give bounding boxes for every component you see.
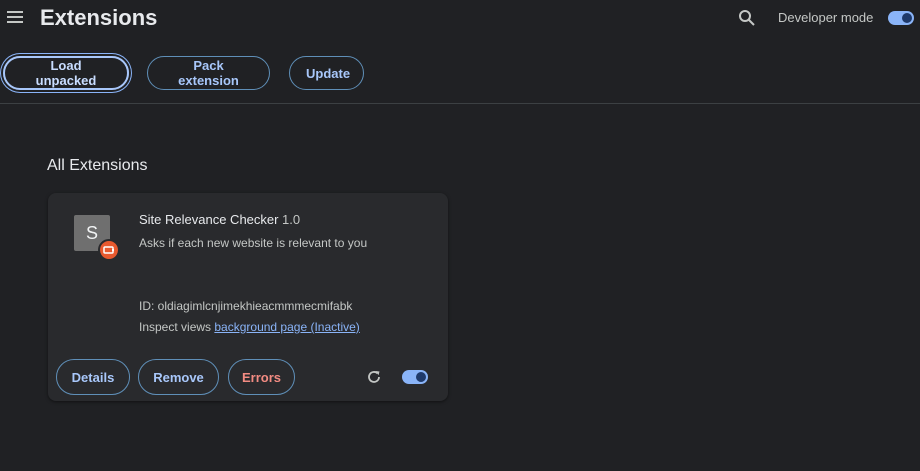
section-title: All Extensions — [47, 157, 148, 174]
toggle-knob — [902, 13, 912, 23]
extension-card: S Site Relevance Checker 1.0 Asks if eac… — [48, 193, 448, 401]
hamburger-menu-icon[interactable] — [7, 11, 23, 25]
inspect-views: Inspect views background page (Inactive) — [139, 320, 360, 334]
extension-version: 1.0 — [282, 212, 301, 227]
top-bar: Extensions Developer mode — [0, 0, 920, 36]
developer-mode-toggle[interactable] — [888, 11, 914, 25]
toolbar-divider — [0, 103, 920, 104]
reload-icon[interactable] — [366, 369, 382, 385]
details-button[interactable]: Details — [56, 359, 130, 395]
background-page-link[interactable]: background page (Inactive) — [214, 320, 359, 334]
update-button[interactable]: Update — [289, 56, 364, 90]
errors-button[interactable]: Errors — [228, 359, 295, 395]
pack-extension-button[interactable]: Pack extension — [147, 56, 270, 90]
extension-name: Site Relevance Checker — [139, 212, 279, 227]
unpacked-extension-badge-icon — [98, 239, 120, 261]
load-unpacked-button[interactable]: Load unpacked — [3, 56, 129, 90]
developer-mode-label: Developer mode — [778, 10, 874, 25]
extension-enable-toggle[interactable] — [402, 370, 428, 384]
page-title: Extensions — [40, 5, 158, 30]
extension-description: Asks if each new website is relevant to … — [139, 236, 368, 250]
toggle-knob — [416, 372, 426, 382]
search-icon[interactable] — [738, 9, 756, 27]
inspect-views-label: Inspect views — [139, 320, 212, 334]
extension-id: ID: oldiagimlcnjimekhieacmmmecmifabk — [139, 299, 353, 313]
remove-button[interactable]: Remove — [138, 359, 219, 395]
